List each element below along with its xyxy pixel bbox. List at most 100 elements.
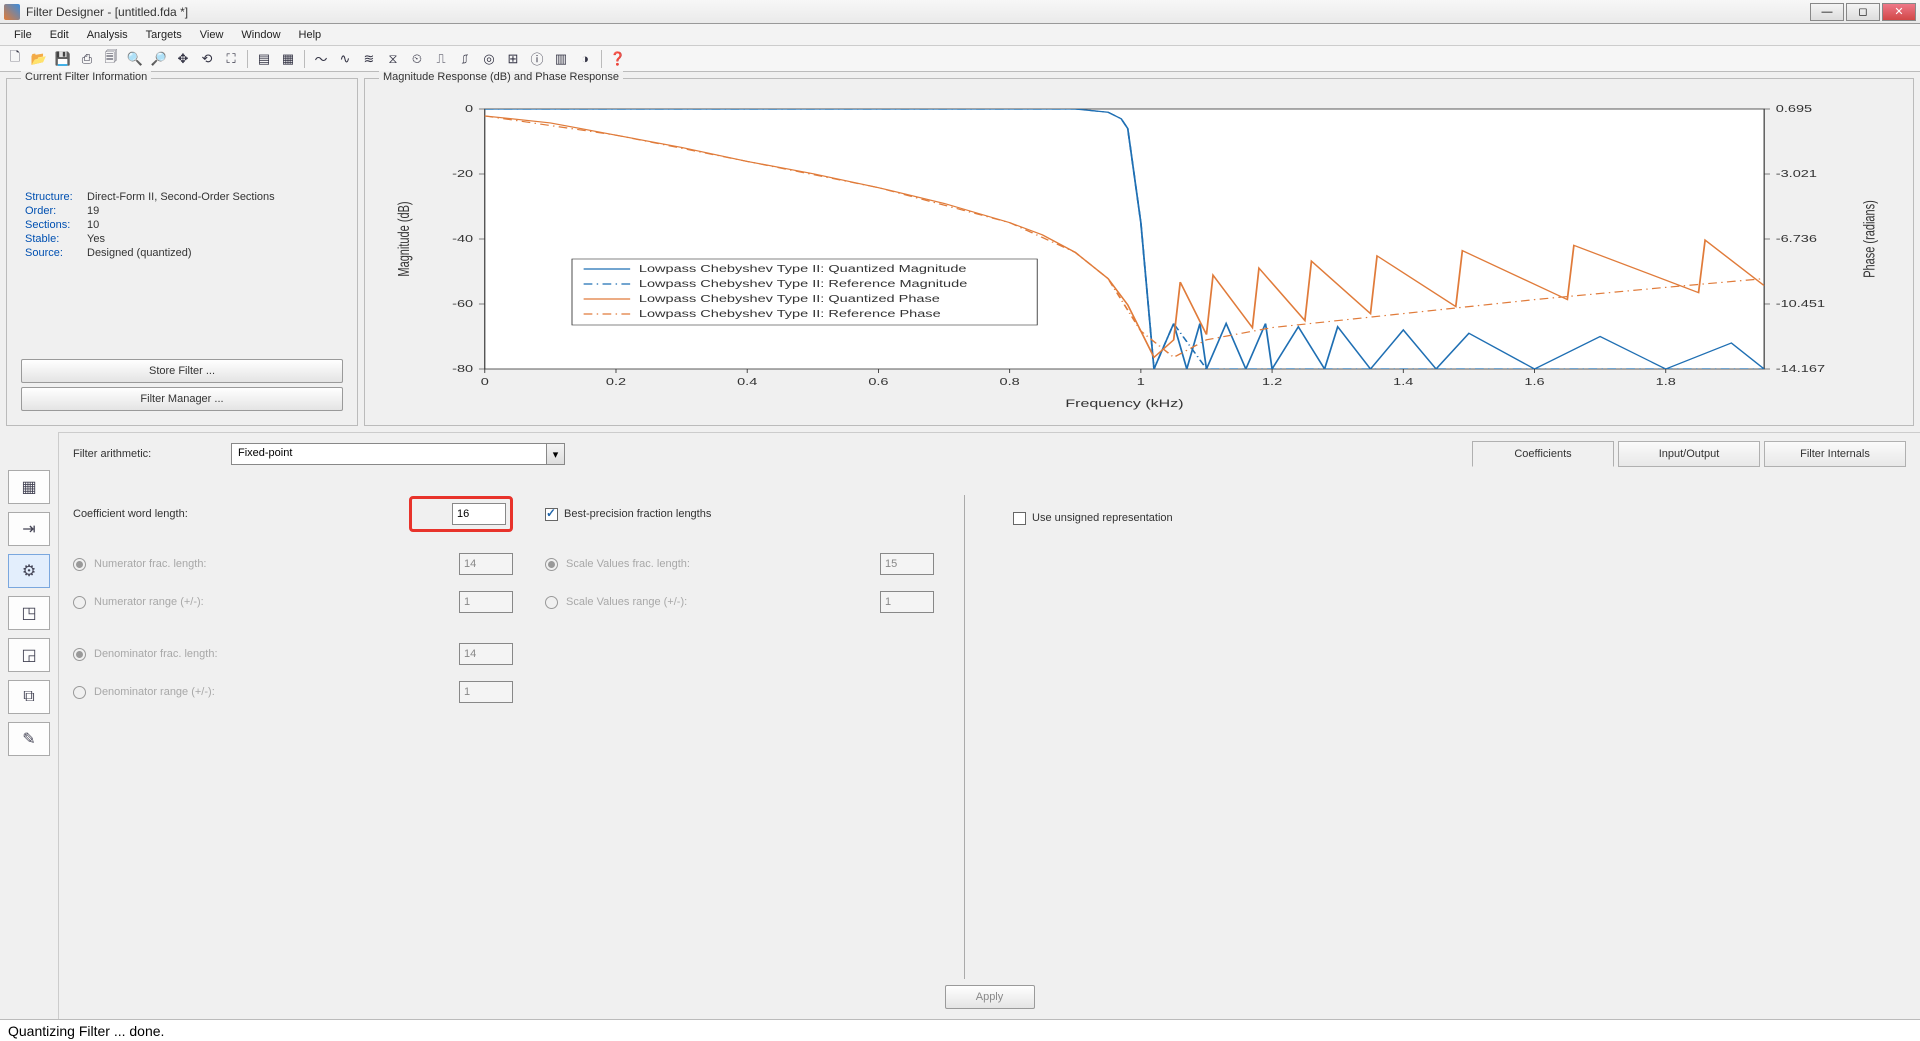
- zoom-out-icon[interactable]: 🔎: [148, 48, 170, 70]
- save-icon[interactable]: 💾: [52, 48, 74, 70]
- menu-targets[interactable]: Targets: [138, 27, 190, 43]
- pan-icon[interactable]: ✥: [172, 48, 194, 70]
- minimize-button[interactable]: —: [1810, 3, 1844, 21]
- unsigned-repr-checkbox[interactable]: [1013, 512, 1026, 525]
- svg-text:1: 1: [1137, 376, 1145, 387]
- coeff-word-length-input[interactable]: [452, 503, 506, 525]
- menu-view[interactable]: View: [192, 27, 232, 43]
- menu-edit[interactable]: Edit: [42, 27, 77, 43]
- filter-icon[interactable]: ▥: [550, 48, 572, 70]
- numerator-denominator-input: [459, 553, 513, 575]
- filter-info-label: Sections:: [25, 219, 87, 231]
- sidetab-realize[interactable]: ◳: [8, 596, 50, 630]
- numerator-denominator-input: [459, 591, 513, 613]
- open-icon[interactable]: 📂: [28, 48, 50, 70]
- filter-info-heading: Current Filter Information: [21, 71, 151, 83]
- print-preview-icon[interactable]: 🗐: [100, 48, 122, 70]
- filter-info-value: Yes: [87, 233, 105, 245]
- status-bar: Quantizing Filter ... done.: [0, 1019, 1920, 1041]
- print-icon[interactable]: ⎙: [76, 48, 98, 70]
- numerator-denominator-label: Denominator frac. length:: [94, 648, 459, 660]
- reset-zoom-icon[interactable]: ⟲: [196, 48, 218, 70]
- svg-text:-6.736: -6.736: [1776, 233, 1817, 244]
- filter-info-value: 19: [87, 205, 99, 217]
- unsigned-repr-label: Use unsigned representation: [1032, 512, 1173, 524]
- cascade-icon[interactable]: ▦: [277, 48, 299, 70]
- svg-text:-40: -40: [452, 233, 473, 244]
- menu-help[interactable]: Help: [291, 27, 330, 43]
- svg-text:0: 0: [465, 103, 473, 114]
- filter-info-row: Stable:Yes: [25, 233, 339, 245]
- sidetab-transform[interactable]: ◲: [8, 638, 50, 672]
- filter-info-label: Source:: [25, 247, 87, 259]
- maximize-button[interactable]: ◻: [1846, 3, 1880, 21]
- side-tabs: ▦ ⇥ ⚙ ◳ ◲ ⧉ ✎: [0, 432, 58, 1019]
- polezero-icon[interactable]: ◎: [478, 48, 500, 70]
- new-icon[interactable]: 🗋: [4, 48, 26, 70]
- filter-info-label: Structure:: [25, 191, 87, 203]
- step-icon[interactable]: ⎎: [454, 48, 476, 70]
- phase-icon[interactable]: ∿: [334, 48, 356, 70]
- svg-text:-3.021: -3.021: [1776, 168, 1817, 179]
- magphase-icon[interactable]: ≋: [358, 48, 380, 70]
- apply-button[interactable]: Apply: [945, 985, 1035, 1009]
- svg-text:0.4: 0.4: [737, 376, 757, 387]
- plot-panel: Magnitude Response (dB) and Phase Respon…: [364, 78, 1914, 426]
- filter-info-row: Source:Designed (quantized): [25, 247, 339, 259]
- titlebar: Filter Designer - [untitled.fda *] — ◻ ✕: [0, 0, 1920, 24]
- help-icon[interactable]: ❓: [607, 48, 629, 70]
- svg-text:-60: -60: [452, 298, 473, 309]
- filter-info-value: Designed (quantized): [87, 247, 192, 259]
- magnitude-icon[interactable]: 〜: [310, 48, 332, 70]
- zoom-in-icon[interactable]: 🔍: [124, 48, 146, 70]
- sidetab-design[interactable]: ▦: [8, 470, 50, 504]
- sidetab-quantize[interactable]: ⚙: [8, 554, 50, 588]
- impulse-icon[interactable]: ⎍: [430, 48, 452, 70]
- coeff-word-length-highlight: [409, 496, 513, 532]
- numerator-denominator-row: Denominator range (+/-):: [73, 673, 513, 711]
- numerator-denominator-row: Denominator frac. length:: [73, 635, 513, 673]
- tab-filter-internals[interactable]: Filter Internals: [1764, 441, 1906, 467]
- coeff-word-length-label: Coefficient word length:: [73, 508, 449, 520]
- filter-arithmetic-select[interactable]: Fixed-point ▾: [231, 443, 565, 465]
- menu-window[interactable]: Window: [233, 27, 288, 43]
- best-precision-checkbox[interactable]: [545, 508, 558, 521]
- coeff-icon[interactable]: ⊞: [502, 48, 524, 70]
- settings-panel: Filter arithmetic: Fixed-point ▾ Coeffic…: [58, 432, 1920, 1019]
- filter-info-label: Order:: [25, 205, 87, 217]
- svg-text:Frequency (kHz): Frequency (kHz): [1065, 397, 1183, 409]
- menubar: FileEditAnalysisTargetsViewWindowHelp: [0, 24, 1920, 46]
- round-icon[interactable]: ◑: [574, 48, 596, 70]
- scale-values-input: [880, 553, 934, 575]
- phase-delay-icon[interactable]: ⏲: [406, 48, 428, 70]
- svg-text:-14.167: -14.167: [1776, 363, 1825, 374]
- tile-icon[interactable]: ▤: [253, 48, 275, 70]
- info-icon[interactable]: ⓘ: [526, 48, 548, 70]
- plot-area[interactable]: 00.20.40.60.811.21.41.61.80-20-40-60-800…: [383, 95, 1895, 415]
- best-precision-label: Best-precision fraction lengths: [564, 508, 711, 520]
- tab-input-output[interactable]: Input/Output: [1618, 441, 1760, 467]
- numerator-denominator-label: Numerator frac. length:: [94, 558, 459, 570]
- close-button[interactable]: ✕: [1882, 3, 1916, 21]
- svg-text:Phase (radians): Phase (radians): [1861, 200, 1878, 278]
- app-icon: [4, 4, 20, 20]
- scale-values-input: [880, 591, 934, 613]
- sidetab-import[interactable]: ⇥: [8, 512, 50, 546]
- filter-manager-button[interactable]: Filter Manager ...: [21, 387, 343, 411]
- filter-info-label: Stable:: [25, 233, 87, 245]
- sidetab-multirate[interactable]: ⧉: [8, 680, 50, 714]
- numerator-denominator-label: Denominator range (+/-):: [94, 686, 459, 698]
- menu-file[interactable]: File: [6, 27, 40, 43]
- filter-info-row: Order:19: [25, 205, 339, 217]
- tab-coefficients[interactable]: Coefficients: [1472, 441, 1614, 467]
- filter-info-row: Sections:10: [25, 219, 339, 231]
- store-filter-button[interactable]: Store Filter ...: [21, 359, 343, 383]
- svg-text:-10.451: -10.451: [1776, 298, 1825, 309]
- chevron-down-icon[interactable]: ▾: [546, 444, 564, 464]
- numerator-denominator-radio: [73, 596, 86, 609]
- scale-values-radio: [545, 558, 558, 571]
- fullview-icon[interactable]: ⛶: [220, 48, 242, 70]
- groupdelay-icon[interactable]: ⧖: [382, 48, 404, 70]
- menu-analysis[interactable]: Analysis: [79, 27, 136, 43]
- sidetab-code[interactable]: ✎: [8, 722, 50, 756]
